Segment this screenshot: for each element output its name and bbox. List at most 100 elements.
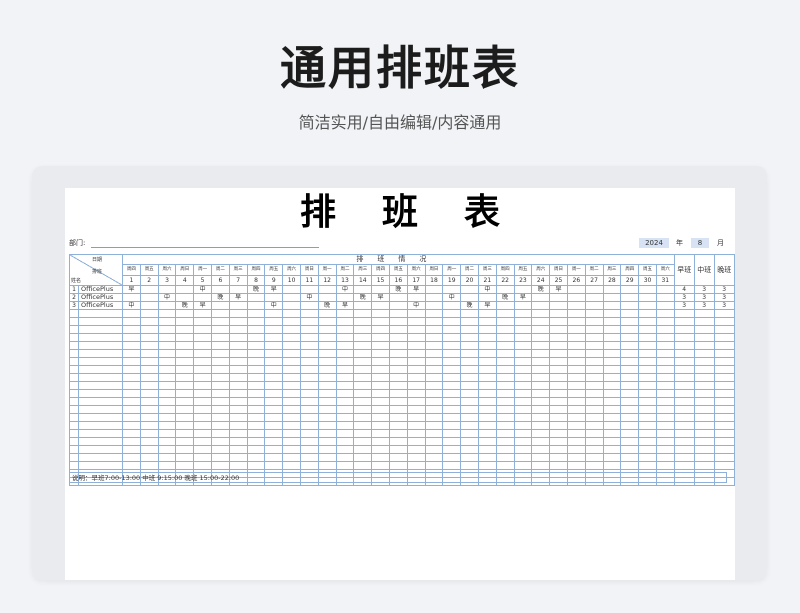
shift-cell[interactable]: 早 bbox=[264, 285, 284, 294]
empty-cell[interactable] bbox=[282, 421, 301, 430]
empty-cell[interactable] bbox=[69, 373, 79, 382]
empty-cell[interactable] bbox=[713, 421, 735, 430]
empty-cell[interactable] bbox=[157, 373, 177, 382]
empty-cell[interactable] bbox=[566, 357, 586, 366]
empty-cell[interactable] bbox=[602, 389, 622, 398]
empty-cell[interactable] bbox=[602, 373, 622, 382]
empty-cell[interactable] bbox=[122, 437, 141, 446]
empty-cell[interactable] bbox=[638, 445, 657, 454]
empty-cell[interactable] bbox=[442, 429, 462, 438]
shift-cell[interactable] bbox=[282, 301, 301, 310]
empty-cell[interactable] bbox=[228, 453, 248, 462]
empty-cell[interactable] bbox=[193, 349, 212, 358]
empty-cell[interactable] bbox=[620, 357, 640, 366]
empty-cell[interactable] bbox=[175, 357, 195, 366]
empty-cell[interactable] bbox=[460, 461, 479, 470]
empty-cell[interactable] bbox=[175, 373, 195, 382]
empty-cell[interactable] bbox=[139, 429, 159, 438]
empty-cell[interactable] bbox=[584, 453, 604, 462]
empty-cell[interactable] bbox=[69, 309, 79, 318]
empty-cell[interactable] bbox=[228, 325, 248, 334]
empty-cell[interactable] bbox=[122, 325, 141, 334]
empty-cell[interactable] bbox=[549, 421, 568, 430]
empty-cell[interactable] bbox=[531, 429, 551, 438]
empty-cell[interactable] bbox=[477, 429, 497, 438]
empty-cell[interactable] bbox=[693, 461, 715, 470]
empty-cell[interactable] bbox=[228, 437, 248, 446]
empty-cell[interactable] bbox=[78, 381, 123, 390]
empty-cell[interactable] bbox=[655, 317, 675, 326]
empty-cell[interactable] bbox=[69, 445, 79, 454]
empty-cell[interactable] bbox=[531, 405, 551, 414]
empty-cell[interactable] bbox=[353, 429, 373, 438]
empty-cell[interactable] bbox=[477, 413, 497, 422]
empty-cell[interactable] bbox=[282, 365, 301, 374]
shift-cell[interactable] bbox=[442, 301, 462, 310]
shift-cell[interactable] bbox=[460, 285, 479, 294]
empty-cell[interactable] bbox=[282, 453, 301, 462]
shift-cell[interactable] bbox=[566, 285, 586, 294]
empty-cell[interactable] bbox=[495, 429, 515, 438]
empty-cell[interactable] bbox=[460, 437, 479, 446]
empty-cell[interactable] bbox=[335, 405, 355, 414]
empty-cell[interactable] bbox=[139, 445, 159, 454]
empty-cell[interactable] bbox=[495, 421, 515, 430]
empty-cell[interactable] bbox=[388, 333, 408, 342]
empty-cell[interactable] bbox=[442, 437, 462, 446]
empty-cell[interactable] bbox=[495, 373, 515, 382]
empty-cell[interactable] bbox=[299, 373, 319, 382]
empty-cell[interactable] bbox=[566, 453, 586, 462]
empty-cell[interactable] bbox=[531, 389, 551, 398]
empty-cell[interactable] bbox=[317, 445, 337, 454]
month-field[interactable]: 8 bbox=[691, 238, 709, 248]
empty-cell[interactable] bbox=[175, 413, 195, 422]
empty-cell[interactable] bbox=[264, 429, 284, 438]
empty-cell[interactable] bbox=[620, 413, 640, 422]
empty-cell[interactable] bbox=[78, 357, 123, 366]
empty-cell[interactable] bbox=[495, 333, 515, 342]
empty-cell[interactable] bbox=[513, 397, 533, 406]
empty-cell[interactable] bbox=[157, 445, 177, 454]
shift-cell[interactable]: 早 bbox=[549, 285, 568, 294]
empty-cell[interactable] bbox=[602, 413, 622, 422]
shift-cell[interactable] bbox=[424, 293, 444, 302]
empty-cell[interactable] bbox=[584, 373, 604, 382]
empty-cell[interactable] bbox=[122, 341, 141, 350]
empty-cell[interactable] bbox=[210, 333, 230, 342]
empty-cell[interactable] bbox=[69, 397, 79, 406]
empty-cell[interactable] bbox=[406, 389, 426, 398]
shift-cell[interactable]: 中 bbox=[122, 301, 141, 310]
empty-cell[interactable] bbox=[317, 421, 337, 430]
empty-cell[interactable] bbox=[193, 389, 212, 398]
empty-cell[interactable] bbox=[264, 437, 284, 446]
empty-cell[interactable] bbox=[655, 373, 675, 382]
empty-cell[interactable] bbox=[157, 397, 177, 406]
empty-cell[interactable] bbox=[175, 365, 195, 374]
empty-cell[interactable] bbox=[477, 405, 497, 414]
empty-cell[interactable] bbox=[584, 389, 604, 398]
empty-cell[interactable] bbox=[513, 413, 533, 422]
empty-cell[interactable] bbox=[531, 333, 551, 342]
empty-cell[interactable] bbox=[713, 373, 735, 382]
shift-cell[interactable]: 中 bbox=[299, 293, 319, 302]
empty-cell[interactable] bbox=[78, 325, 123, 334]
empty-cell[interactable] bbox=[424, 373, 444, 382]
empty-cell[interactable] bbox=[442, 325, 462, 334]
empty-cell[interactable] bbox=[693, 437, 715, 446]
empty-cell[interactable] bbox=[584, 461, 604, 470]
empty-cell[interactable] bbox=[549, 445, 568, 454]
empty-cell[interactable] bbox=[388, 397, 408, 406]
empty-cell[interactable] bbox=[157, 461, 177, 470]
empty-cell[interactable] bbox=[477, 373, 497, 382]
empty-cell[interactable] bbox=[264, 349, 284, 358]
empty-cell[interactable] bbox=[157, 437, 177, 446]
empty-cell[interactable] bbox=[620, 397, 640, 406]
empty-cell[interactable] bbox=[620, 381, 640, 390]
empty-cell[interactable] bbox=[157, 389, 177, 398]
empty-cell[interactable] bbox=[442, 461, 462, 470]
empty-cell[interactable] bbox=[513, 421, 533, 430]
empty-cell[interactable] bbox=[406, 341, 426, 350]
empty-cell[interactable] bbox=[122, 373, 141, 382]
empty-cell[interactable] bbox=[388, 461, 408, 470]
empty-cell[interactable] bbox=[299, 429, 319, 438]
